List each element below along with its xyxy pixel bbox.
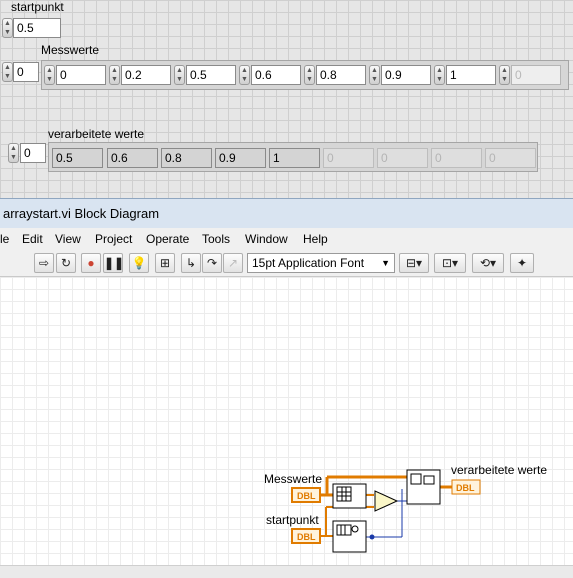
element-spinner[interactable]: ▲ ▼ [434, 65, 445, 85]
font-selector-value: 15pt Application Font [252, 256, 365, 270]
diagram-output-label: verarbeitete werte [451, 463, 547, 477]
startpunkt-terminal[interactable]: DBL [291, 528, 321, 544]
verarbeitete-element: 0.8 [161, 148, 212, 168]
horizontal-scrollbar[interactable] [0, 565, 573, 578]
startpunkt-spinner[interactable]: ▲ ▼ [2, 18, 13, 38]
messwerte-index[interactable]: 0 [13, 62, 39, 82]
chevron-down-icon: ▼ [381, 258, 390, 268]
retain-wire-values-icon[interactable]: ⊞ [155, 253, 175, 273]
toolbar: ⇨ ↻ ● ❚❚ 💡 ⊞ ↳ ↷ ↗ 15pt Application Font… [0, 250, 573, 277]
messwerte-index-spinner[interactable]: ▲ ▼ [2, 62, 13, 82]
menu-window[interactable]: Window [245, 232, 288, 246]
diagram-startpunkt-label: startpunkt [266, 513, 319, 527]
cleanup-diagram-icon[interactable]: ✦ [510, 253, 534, 273]
element-spinner[interactable]: ▲ ▼ [239, 65, 250, 85]
menu-project[interactable]: Project [95, 232, 132, 246]
verarbeitete-element: 0.6 [107, 148, 158, 168]
pause-icon[interactable]: ❚❚ [103, 253, 124, 273]
menu-edit[interactable]: Edit [22, 232, 43, 246]
menu-bar: le Edit View Project Operate Tools Windo… [0, 228, 573, 250]
element-spinner[interactable]: ▲ ▼ [44, 65, 55, 85]
run-continuously-icon[interactable]: ↻ [56, 253, 76, 273]
messwerte-element-value[interactable]: 0.8 [316, 65, 366, 85]
element-spinner[interactable]: ▲ ▼ [304, 65, 315, 85]
messwerte-element-value[interactable]: 1 [446, 65, 496, 85]
menu-view[interactable]: View [55, 232, 81, 246]
element-spinner[interactable]: ▲ ▼ [174, 65, 185, 85]
verarbeitete-index-spinner[interactable]: ▲ ▼ [8, 143, 19, 163]
align-objects-icon[interactable]: ⊟▾ [399, 253, 429, 273]
highlight-execution-icon[interactable]: 💡 [129, 253, 149, 273]
messwerte-element-value[interactable]: 0.9 [381, 65, 431, 85]
array-subset-node[interactable] [406, 469, 441, 505]
index-array-node[interactable] [332, 483, 367, 509]
distribute-objects-icon[interactable]: ⊡▾ [434, 253, 466, 273]
verarbeitete-element: 0 [323, 148, 374, 168]
verarbeitete-element: 0 [431, 148, 482, 168]
step-out-icon[interactable]: ↗ [223, 253, 243, 273]
menu-file[interactable]: le [0, 232, 9, 246]
menu-tools[interactable]: Tools [202, 232, 230, 246]
verarbeitete-element: 0.5 [52, 148, 103, 168]
window-title: arraystart.vi Block Diagram [3, 206, 160, 221]
reorder-icon[interactable]: ⟲▾ [472, 253, 504, 273]
menu-operate[interactable]: Operate [146, 232, 189, 246]
messwerte-element-value[interactable]: 0.5 [186, 65, 236, 85]
verarbeitete-label: verarbeitete werte [48, 127, 145, 141]
startpunkt-terminal-type: DBL [297, 532, 316, 542]
wire-junction-dot [369, 534, 375, 540]
verarbeitete-terminal[interactable]: DBL [451, 479, 481, 495]
step-into-icon[interactable]: ↳ [181, 253, 201, 273]
run-arrow-icon[interactable]: ⇨ [34, 253, 54, 273]
messwerte-label: Messwerte [41, 43, 100, 57]
window-titlebar[interactable]: arraystart.vi Block Diagram [0, 198, 573, 228]
verarbeitete-element: 0.9 [215, 148, 266, 168]
messwerte-terminal-type: DBL [297, 491, 316, 501]
element-spinner[interactable]: ▲ ▼ [369, 65, 380, 85]
step-over-icon[interactable]: ↷ [202, 253, 222, 273]
messwerte-element-value[interactable]: 0 [56, 65, 106, 85]
messwerte-element-value[interactable]: 0 [511, 65, 561, 85]
threshold-node[interactable] [332, 520, 367, 553]
messwerte-element-value[interactable]: 0.6 [251, 65, 301, 85]
messwerte-element-value[interactable]: 0.2 [121, 65, 171, 85]
block-diagram: DBL DBL DBL Messwerte startpunkt verarbe… [0, 277, 573, 565]
verarbeitete-terminal-type: DBL [456, 483, 475, 493]
startpunkt-input[interactable]: 0.5 [13, 18, 61, 38]
startpunkt-label: startpunkt [11, 0, 64, 14]
menu-help[interactable]: Help [303, 232, 328, 246]
verarbeitete-index[interactable]: 0 [20, 143, 46, 163]
font-selector[interactable]: 15pt Application Font ▼ [247, 253, 395, 273]
verarbeitete-element: 0 [485, 148, 536, 168]
element-spinner[interactable]: ▲ ▼ [499, 65, 510, 85]
messwerte-terminal[interactable]: DBL [291, 487, 321, 503]
front-panel: startpunkt ▲ ▼ 0.5 Messwerte ▲ ▼ 0 verarbe… [0, 0, 573, 198]
verarbeitete-element: 1 [269, 148, 320, 168]
diagram-messwerte-label: Messwerte [264, 472, 322, 486]
abort-icon[interactable]: ● [81, 253, 101, 273]
element-spinner[interactable]: ▲ ▼ [109, 65, 120, 85]
diagram-canvas: DBL DBL DBL Messwerte startpunkt verarbe… [264, 463, 547, 553]
compare-node[interactable] [374, 490, 399, 512]
verarbeitete-element: 0 [377, 148, 428, 168]
